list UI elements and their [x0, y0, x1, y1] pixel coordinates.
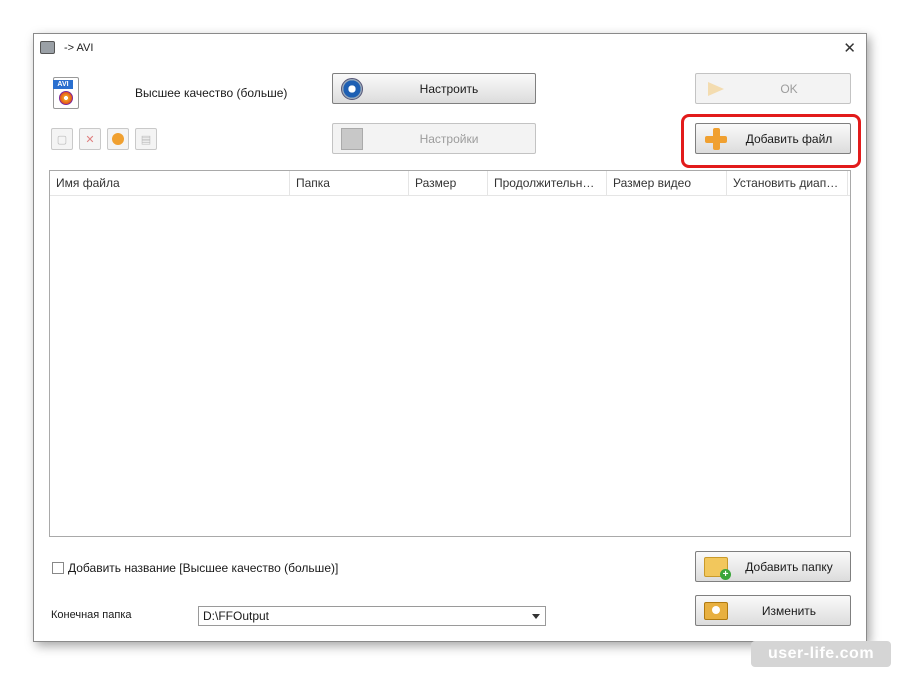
settings-label: Настройки — [419, 131, 479, 146]
change-label: Изменить — [761, 603, 817, 618]
destination-value: D:\FFOutput — [203, 609, 270, 623]
converter-window: -> AVI ✕ AVI Высшее качество (больше) На… — [33, 33, 867, 642]
file-list[interactable]: Имя файла Папка Размер Продолжительность… — [49, 170, 851, 537]
configure-label: Настроить — [419, 81, 479, 96]
change-folder-icon — [704, 601, 728, 620]
add-folder-icon — [704, 556, 731, 580]
plus-icon — [704, 127, 728, 151]
col-file-name[interactable]: Имя файла — [50, 171, 290, 195]
format-tag: AVI — [53, 80, 73, 89]
col-size[interactable]: Размер — [409, 171, 488, 195]
ok-button[interactable]: OK — [695, 73, 851, 104]
new-file-icon[interactable]: ▢ — [51, 128, 73, 150]
quality-label: Высшее качество (больше) — [135, 86, 288, 100]
remove-file-icon[interactable]: ✕ — [79, 128, 101, 150]
add-folder-label: Добавить папку — [745, 559, 833, 574]
play-icon[interactable] — [107, 128, 129, 150]
destination-folder-select[interactable]: D:\FFOutput — [198, 606, 546, 626]
destination-label: Конечная папка — [51, 609, 132, 621]
add-file-label: Добавить файл — [745, 131, 833, 146]
configure-icon — [341, 77, 363, 100]
add-name-label: Добавить название [Высшее качество (боль… — [68, 561, 339, 575]
ok-label: OK — [780, 81, 798, 96]
col-set-range[interactable]: Установить диапаз... — [727, 171, 848, 195]
media-disc-icon — [59, 91, 73, 105]
window-title: -> AVI — [64, 42, 94, 54]
film-scissors-icon — [341, 127, 363, 150]
col-duration[interactable]: Продолжительность — [488, 171, 607, 195]
change-button[interactable]: Изменить — [695, 595, 851, 626]
chevron-down-icon — [532, 614, 540, 619]
watermark: user-life.com — [751, 641, 891, 667]
title-bar: -> AVI ✕ — [34, 34, 866, 62]
avi-format-icon: AVI — [53, 77, 79, 109]
add-folder-button[interactable]: Добавить папку — [695, 551, 851, 582]
settings-button[interactable]: Настройки — [332, 123, 536, 154]
add-name-option[interactable]: Добавить название [Высшее качество (боль… — [52, 561, 338, 575]
info-icon[interactable]: ▤ — [135, 128, 157, 150]
close-icon[interactable]: ✕ — [843, 39, 856, 57]
add-file-button[interactable]: Добавить файл — [695, 123, 851, 154]
file-toolbar: ▢ ✕ ▤ — [51, 128, 157, 150]
col-folder[interactable]: Папка — [290, 171, 409, 195]
app-icon — [40, 41, 55, 54]
col-video-size[interactable]: Размер видео — [607, 171, 727, 195]
arrow-right-icon — [706, 79, 728, 99]
configure-button[interactable]: Настроить — [332, 73, 536, 104]
add-name-checkbox[interactable] — [52, 562, 64, 574]
file-list-header: Имя файла Папка Размер Продолжительность… — [50, 171, 850, 196]
